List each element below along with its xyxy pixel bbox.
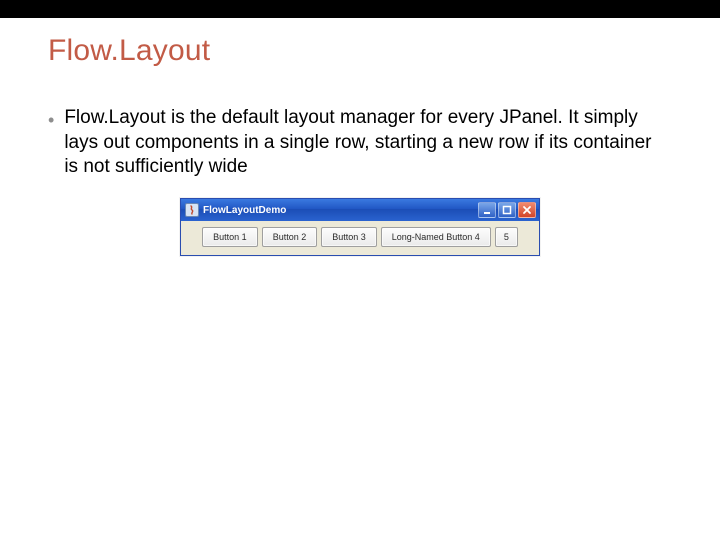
bullet-marker: •: [48, 108, 54, 132]
close-button[interactable]: [518, 202, 536, 218]
demo-button-5[interactable]: 5: [495, 227, 518, 247]
bullet-item: • Flow.Layout is the default layout mana…: [48, 106, 672, 180]
slide-body-text: Flow.Layout is the default layout manage…: [64, 106, 664, 180]
slide-top-bar: [0, 0, 720, 18]
demo-button-3[interactable]: Button 3: [321, 227, 377, 247]
java-app-icon: [185, 203, 199, 217]
demo-window: FlowLayoutDemo: [180, 198, 540, 256]
window-title: FlowLayoutDemo: [203, 205, 474, 216]
close-icon: [522, 205, 532, 215]
slide-content: Flow.Layout • Flow.Layout is the default…: [0, 18, 720, 256]
window-controls: [478, 202, 536, 218]
demo-button-4[interactable]: Long-Named Button 4: [381, 227, 491, 247]
demo-button-1[interactable]: Button 1: [202, 227, 258, 247]
maximize-icon: [502, 205, 512, 215]
slide-title: Flow.Layout: [48, 34, 672, 68]
demo-button-2[interactable]: Button 2: [262, 227, 318, 247]
window-client-area: Button 1 Button 2 Button 3 Long-Named Bu…: [181, 221, 539, 255]
minimize-button[interactable]: [478, 202, 496, 218]
minimize-icon: [482, 205, 492, 215]
window-titlebar[interactable]: FlowLayoutDemo: [181, 199, 539, 221]
maximize-button[interactable]: [498, 202, 516, 218]
demo-figure: FlowLayoutDemo: [48, 198, 672, 256]
